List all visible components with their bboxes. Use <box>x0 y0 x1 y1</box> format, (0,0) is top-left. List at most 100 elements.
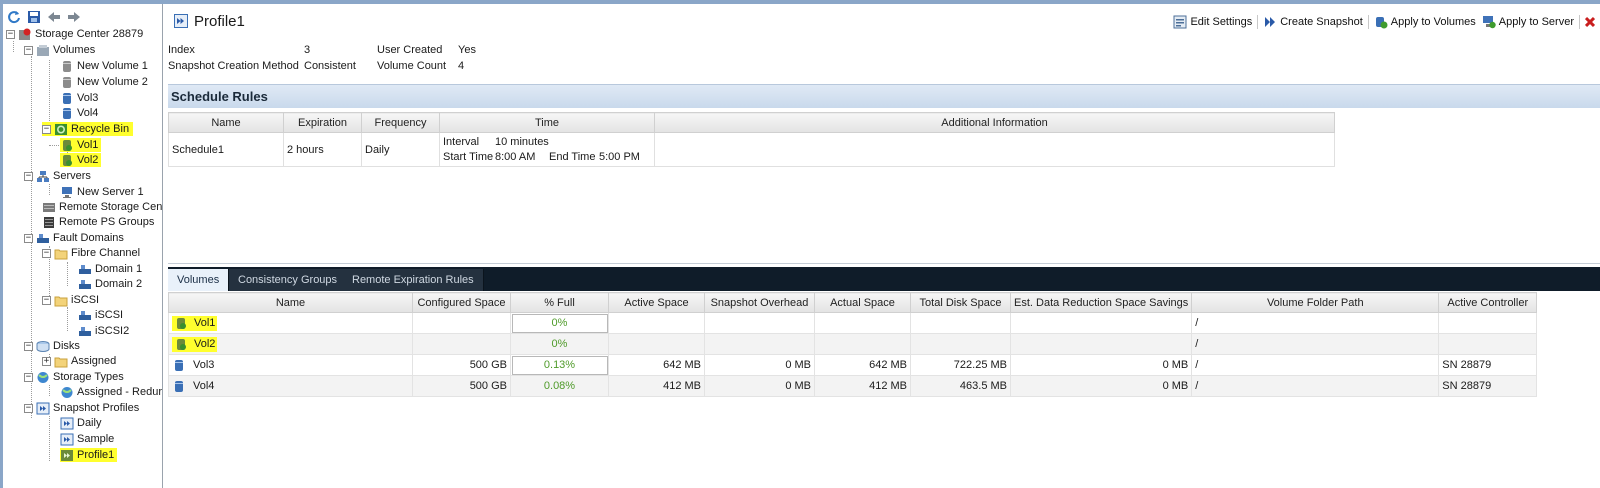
column-header-total-disk-space[interactable]: Total Disk Space <box>910 292 1011 313</box>
tree-item-label: New Volume 2 <box>77 76 148 88</box>
tree-item-new-volume-2[interactable]: New Volume 2 <box>60 75 148 89</box>
recycled-volume-icon <box>60 139 74 152</box>
tree-item-iscsi-1[interactable]: iSCSI <box>78 308 123 322</box>
active-space-cell: 642 MB <box>608 354 705 376</box>
collapse-toggle-icon[interactable]: − <box>24 403 33 413</box>
tree-item-new-server-1[interactable]: New Server 1 <box>60 185 144 199</box>
column-header-time[interactable]: Time <box>439 112 655 133</box>
tab-consistency-groups[interactable]: Consistency Groups <box>229 269 348 291</box>
tab-remote-expiration-rules[interactable]: Remote Expiration Rules <box>343 269 484 291</box>
server-icon <box>60 186 74 199</box>
tree-item-storage-center[interactable]: − Storage Center 28879 <box>6 27 143 41</box>
schedule-name-cell: Schedule1 <box>168 132 284 167</box>
edit-settings-button[interactable]: Edit Settings <box>1172 15 1253 29</box>
tree-item-assigned-redundant[interactable]: Assigned - Redur <box>60 385 162 399</box>
snapshot-profile-selected-icon <box>60 449 74 462</box>
tree-item-iscsi-folder[interactable]: − iSCSI <box>42 293 99 307</box>
tree-item-vol4[interactable]: Vol4 <box>60 106 98 120</box>
collapse-toggle-icon[interactable]: − <box>24 171 33 181</box>
column-header-expiration[interactable]: Expiration <box>283 112 362 133</box>
tree-item-servers[interactable]: − Servers <box>24 169 91 183</box>
tree-item-iscsi-2[interactable]: iSCSI2 <box>78 324 129 338</box>
delete-x-icon <box>1584 15 1599 29</box>
data-reduction-cell: 0 MB <box>1009 375 1193 397</box>
create-snapshot-button[interactable]: Create Snapshot <box>1262 15 1364 29</box>
configured-space-cell <box>412 312 511 334</box>
navigation-tree[interactable]: − Storage Center 28879 − Volumes New Vol… <box>3 4 163 488</box>
column-header-name[interactable]: Name <box>168 292 413 313</box>
column-header-percent-full[interactable]: % Full <box>510 292 609 313</box>
tree-item-label: New Volume 1 <box>77 60 148 72</box>
user-created-value: Yes <box>458 44 476 56</box>
save-icon[interactable] <box>27 10 41 24</box>
tree-item-volumes[interactable]: − Volumes <box>24 43 95 57</box>
percent-full-cell: 0.08% <box>510 375 609 397</box>
collapse-toggle-icon[interactable]: − <box>6 29 15 39</box>
table-row[interactable]: Vol4 500 GB 0.08% 412 MB 0 MB 412 MB 463… <box>168 375 1538 397</box>
configured-space-cell: 500 GB <box>412 375 511 397</box>
apply-to-server-button[interactable]: Apply to Server <box>1481 15 1575 29</box>
tree-item-profile1[interactable]: Profile1 <box>60 448 118 462</box>
tree-item-sample[interactable]: Sample <box>60 432 114 446</box>
tree-item-remote-storage-center[interactable]: Remote Storage Cente <box>42 200 162 214</box>
tab-bar: Volumes Consistency Groups Remote Expira… <box>168 267 1600 291</box>
recycled-volume-icon <box>60 154 74 167</box>
tree-item-vol3[interactable]: Vol3 <box>60 91 98 105</box>
delete-button[interactable] <box>1584 15 1600 29</box>
tree-toolbar <box>7 7 81 27</box>
collapse-toggle-icon[interactable]: − <box>24 372 33 382</box>
tree-item-fibre-channel[interactable]: − Fibre Channel <box>42 246 140 260</box>
collapse-toggle-icon[interactable]: − <box>24 233 33 243</box>
tree-item-label: Volumes <box>53 44 96 56</box>
tree-item-daily[interactable]: Daily <box>60 416 101 430</box>
index-value: 3 <box>304 44 311 56</box>
volume-name-cell: Vol1 <box>168 312 413 334</box>
collapse-toggle-icon[interactable]: − <box>24 341 33 351</box>
tree-item-fault-domains[interactable]: − Fault Domains <box>24 231 124 245</box>
tree-item-domain-1[interactable]: Domain 1 <box>78 262 142 276</box>
column-header-name[interactable]: Name <box>168 112 284 133</box>
column-header-est-data-reduction[interactable]: Est. Data Reduction Space Savings <box>1009 292 1193 313</box>
tree-item-assigned[interactable]: + Assigned <box>42 354 116 368</box>
tree-item-recycled-vol1[interactable]: Vol1 <box>60 138 102 152</box>
storage-type-icon <box>60 386 74 399</box>
column-header-snapshot-overhead[interactable]: Snapshot Overhead <box>704 292 815 313</box>
schedule-row[interactable]: Schedule1 2 hours Daily Interval 10 minut… <box>168 132 1335 167</box>
domain-icon <box>78 309 92 322</box>
tab-volumes[interactable]: Volumes <box>168 269 230 291</box>
volumes-folder-icon <box>36 44 50 57</box>
column-header-active-space[interactable]: Active Space <box>608 292 705 313</box>
expand-toggle-icon[interactable]: + <box>42 356 51 366</box>
tree-item-recycle-bin[interactable]: − Recycle Bin <box>42 122 134 136</box>
table-row[interactable]: Vol1 0% / <box>168 312 1538 334</box>
collapse-toggle-icon[interactable]: − <box>42 248 51 258</box>
column-header-configured-space[interactable]: Configured Space <box>412 292 511 313</box>
table-row[interactable]: Vol2 0% / <box>168 333 1538 355</box>
column-header-frequency[interactable]: Frequency <box>361 112 440 133</box>
tree-item-label: iSCSI2 <box>95 325 130 337</box>
tree-item-remote-ps-groups[interactable]: Remote PS Groups <box>42 215 154 229</box>
collapse-toggle-icon[interactable]: − <box>42 295 51 305</box>
back-arrow-icon[interactable] <box>47 10 61 24</box>
tree-item-domain-2[interactable]: Domain 2 <box>78 277 142 291</box>
collapse-toggle-icon[interactable]: − <box>24 45 33 55</box>
tree-item-disks[interactable]: − Disks <box>24 339 80 353</box>
table-row[interactable]: Vol3 500 GB 0.13% 642 MB 0 MB 642 MB 722… <box>168 354 1538 376</box>
tree-item-label: Assigned <box>71 355 117 367</box>
tree-item-storage-types[interactable]: − Storage Types <box>24 370 124 384</box>
edit-settings-icon <box>1173 15 1187 29</box>
edit-settings-label: Edit Settings <box>1190 16 1253 28</box>
active-controller-cell <box>1438 312 1538 334</box>
apply-to-volumes-button[interactable]: Apply to Volumes <box>1373 15 1477 29</box>
column-header-volume-folder-path[interactable]: Volume Folder Path <box>1191 292 1440 313</box>
refresh-icon[interactable] <box>7 10 21 24</box>
column-header-active-controller[interactable]: Active Controller <box>1438 292 1538 313</box>
tree-item-recycled-vol2[interactable]: Vol2 <box>60 153 102 167</box>
column-header-additional-information[interactable]: Additional Information <box>654 112 1335 133</box>
column-header-actual-space[interactable]: Actual Space <box>814 292 911 313</box>
tree-item-new-volume-1[interactable]: New Volume 1 <box>60 59 148 73</box>
collapse-toggle-icon[interactable]: − <box>42 124 51 134</box>
actual-space-cell <box>814 333 911 355</box>
forward-arrow-icon[interactable] <box>67 10 81 24</box>
tree-item-snapshot-profiles[interactable]: − Snapshot Profiles <box>24 401 139 415</box>
